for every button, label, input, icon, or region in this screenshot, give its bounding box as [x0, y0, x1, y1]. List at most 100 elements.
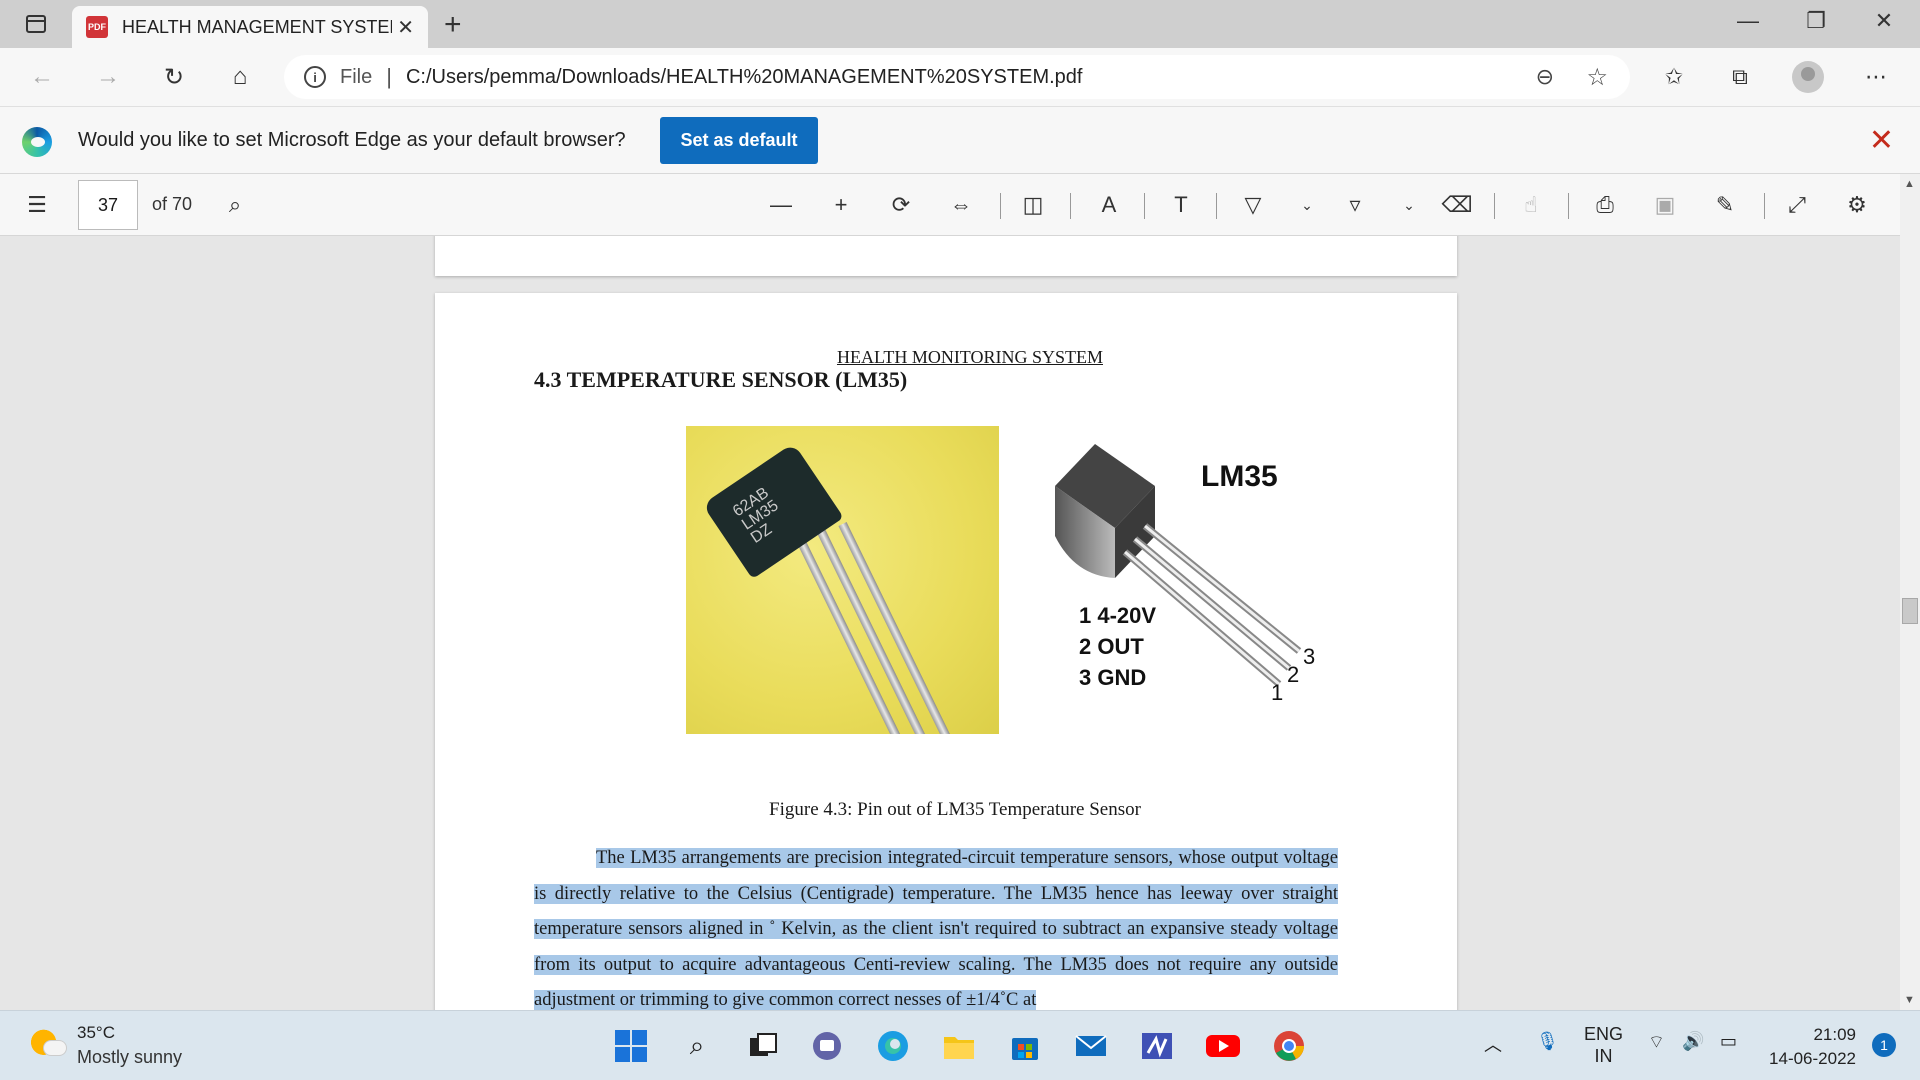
set-default-button[interactable]: Set as default — [660, 117, 818, 164]
battery-icon[interactable]: ▭ — [1720, 1031, 1737, 1052]
task-view-icon[interactable] — [744, 1027, 782, 1065]
rotate-icon[interactable]: ⟳ — [884, 188, 918, 222]
mail-icon[interactable] — [1072, 1027, 1110, 1065]
store-glyph — [1012, 1038, 1038, 1060]
weather-icon[interactable] — [30, 1027, 66, 1061]
fullscreen-icon[interactable]: ⤢ — [1780, 188, 1814, 222]
store-icon[interactable] — [1006, 1027, 1044, 1065]
pdf-toolbar: ☰ 37 of 70 ⌕ — + ⟳ ⇔ ◫ A T ▽ ⌄ ▿ ⌄ ⌫ ☝ ⎙… — [0, 174, 1920, 236]
language-code: ENG — [1584, 1024, 1624, 1044]
language-indicator[interactable]: ENG IN — [1584, 1023, 1623, 1067]
save-as-icon[interactable]: ✎ — [1708, 188, 1742, 222]
close-infobar-icon[interactable]: ✕ — [1869, 123, 1894, 158]
page-view-icon[interactable]: ◫ — [1016, 188, 1050, 222]
start-icon[interactable] — [612, 1027, 650, 1065]
show-hidden-icons-chevron-icon[interactable]: ︿ — [1484, 1031, 1502, 1057]
pin-legend-line: 3 GND — [1079, 665, 1147, 690]
forward-button[interactable]: → — [90, 60, 126, 94]
section-heading: 4.3 TEMPERATURE SENSOR (LM35) — [534, 367, 908, 392]
vertical-scrollbar[interactable]: ▲ ▼ — [1900, 174, 1920, 1010]
home-button[interactable]: ⌂ — [222, 60, 258, 94]
highlight-options-chevron-icon[interactable]: ⌄ — [1392, 188, 1426, 222]
scrollbar-thumb[interactable] — [1902, 598, 1918, 624]
find-icon[interactable]: ⌕ — [218, 188, 252, 222]
zoom-in-icon[interactable]: + — [824, 188, 858, 222]
eraser-icon[interactable]: ⌫ — [1440, 188, 1474, 222]
tab-bar: PDF HEALTH MANAGEMENT SYSTEM ✕ + — ❐ ✕ — [0, 0, 1920, 48]
page-total: of 70 — [152, 194, 193, 214]
notification-badge[interactable]: 1 — [1872, 1033, 1896, 1057]
url-text[interactable]: C:/Users/pemma/Downloads/HEALTH%20MANAGE… — [406, 66, 1083, 89]
toolbar-divider — [1070, 193, 1071, 219]
clock[interactable]: 21:09 14-06-2022 — [1769, 1023, 1856, 1071]
scroll-up-icon[interactable]: ▲ — [1904, 178, 1915, 190]
text-box-icon[interactable]: T — [1164, 188, 1198, 222]
weather-temperature[interactable]: 35°C — [77, 1023, 115, 1043]
document-viewer[interactable]: HEALTH MONITORING SYSTEM 4.3 TEMPERATURE… — [0, 236, 1900, 1010]
lm35-pinout-diagram: LM35 1 4-20V 2 OUT 3 GND 1 2 3 — [1035, 426, 1315, 736]
highlight-icon[interactable]: ▿ — [1338, 188, 1372, 222]
address-separator: | — [386, 64, 392, 89]
minimize-button[interactable]: — — [1720, 8, 1776, 34]
refresh-button[interactable]: ↻ — [156, 60, 192, 94]
body-paragraph[interactable]: The LM35 arrangements are precision inte… — [534, 841, 1338, 1010]
youtube-icon[interactable] — [1204, 1027, 1242, 1065]
diagram-title: LM35 — [1201, 460, 1278, 493]
task-view-glyph — [750, 1033, 777, 1056]
profile-button[interactable] — [1790, 60, 1826, 94]
close-window-button[interactable]: ✕ — [1856, 8, 1912, 34]
teams-chat-icon[interactable] — [808, 1027, 846, 1065]
info-icon[interactable]: i — [304, 66, 326, 88]
toolbar-divider — [1568, 193, 1569, 219]
windows-logo-icon — [615, 1030, 647, 1062]
add-favorite-icon[interactable]: ☆ — [1586, 63, 1608, 92]
favorites-icon[interactable]: ✩ — [1656, 60, 1692, 94]
tab-actions-button[interactable] — [14, 10, 58, 38]
draw-icon[interactable]: ▽ — [1236, 188, 1270, 222]
weather-description[interactable]: Mostly sunny — [77, 1047, 182, 1068]
vs-glyph — [1142, 1033, 1172, 1059]
zoom-icon[interactable]: ⊖ — [1536, 64, 1554, 90]
pin-legend-line: 1 4-20V — [1079, 603, 1157, 628]
mail-glyph — [1075, 1035, 1107, 1056]
back-button[interactable]: ← — [24, 60, 60, 94]
active-tab[interactable]: PDF HEALTH MANAGEMENT SYSTEM ✕ — [72, 6, 428, 48]
sensor-chip: 62AB LM35 DZ — [702, 442, 844, 580]
read-aloud-icon[interactable]: A — [1092, 188, 1126, 222]
file-explorer-icon[interactable] — [940, 1027, 978, 1065]
settings-gear-icon[interactable]: ⚙ — [1840, 188, 1874, 222]
contents-icon[interactable]: ☰ — [20, 188, 54, 222]
print-icon[interactable]: ⎙ — [1588, 188, 1622, 222]
microphone-icon[interactable]: 🎙 — [1536, 1031, 1559, 1052]
pin-legend: 1 4-20V 2 OUT 3 GND — [1079, 600, 1156, 693]
new-tab-button[interactable]: + — [444, 8, 462, 42]
collections-icon[interactable]: ⧉ — [1722, 60, 1758, 94]
page-number-input[interactable]: 37 — [78, 180, 138, 230]
touch-write-icon[interactable]: ☝ — [1514, 188, 1548, 222]
toolbar-divider — [1764, 193, 1765, 219]
highlighted-text[interactable]: The LM35 arrangements are precision inte… — [534, 848, 1338, 1010]
edge-taskbar-icon[interactable] — [874, 1027, 912, 1065]
lm35-photo: 62AB LM35 DZ — [686, 426, 999, 734]
close-tab-icon[interactable]: ✕ — [397, 15, 414, 40]
search-icon[interactable]: ⌕ — [678, 1027, 716, 1065]
chrome-icon[interactable] — [1270, 1027, 1308, 1065]
toolbar-divider — [1494, 193, 1495, 219]
restore-button[interactable]: ❐ — [1788, 8, 1844, 34]
more-menu-icon[interactable]: ⋯ — [1858, 60, 1894, 94]
avatar — [1792, 61, 1824, 93]
visual-studio-icon[interactable] — [1138, 1027, 1176, 1065]
pin-legend-line: 2 OUT — [1079, 634, 1144, 659]
volume-icon[interactable]: 🔊 — [1682, 1031, 1704, 1052]
wifi-icon[interactable]: ⌔ — [1648, 1031, 1665, 1054]
address-bar[interactable]: i File | C:/Users/pemma/Downloads/HEALTH… — [284, 55, 1630, 99]
fit-to-width-icon[interactable]: ⇔ — [944, 188, 978, 222]
draw-options-chevron-icon[interactable]: ⌄ — [1290, 188, 1324, 222]
save-icon[interactable]: ▣ — [1648, 188, 1682, 222]
scroll-down-icon[interactable]: ▼ — [1904, 994, 1915, 1006]
default-browser-infobar: Would you like to set Microsoft Edge as … — [0, 106, 1920, 174]
zoom-out-icon[interactable]: — — [764, 188, 798, 222]
previous-page — [435, 236, 1457, 276]
clock-time: 21:09 — [1813, 1025, 1856, 1044]
infobar-message: Would you like to set Microsoft Edge as … — [78, 129, 626, 151]
